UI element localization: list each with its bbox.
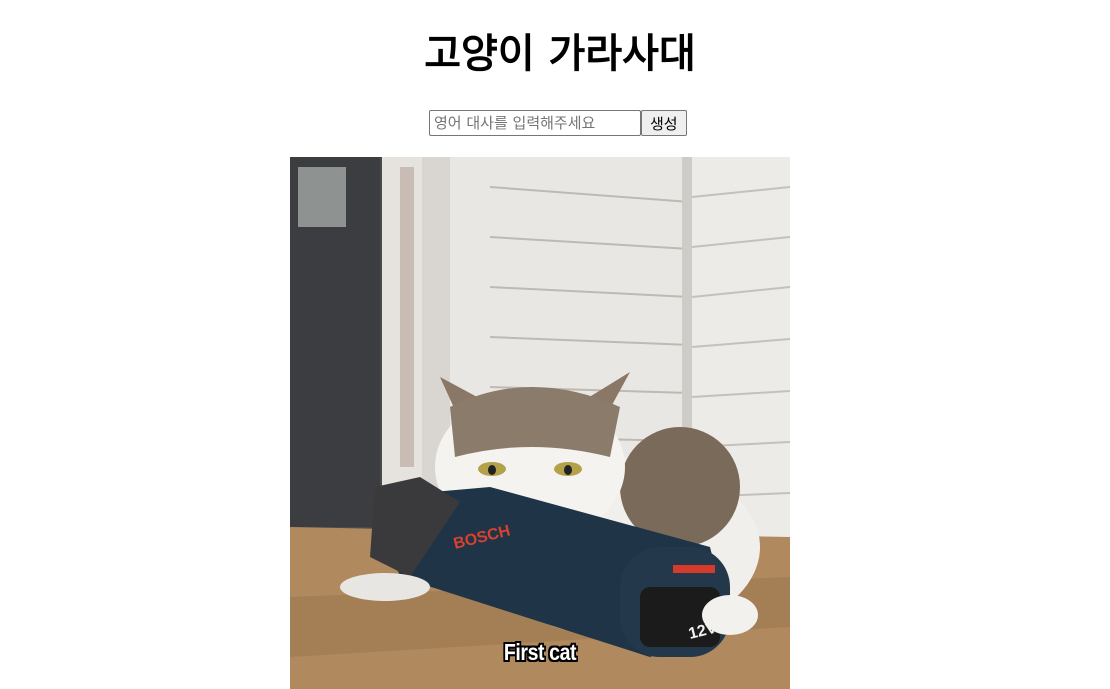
- page-title: 고양이 가라사대: [424, 31, 696, 77]
- page: 고양이 가라사대 생성: [0, 0, 1110, 689]
- meme-caption: First cat: [503, 639, 577, 665]
- cat-meme-image: BOSCH 12V First cat: [290, 157, 790, 689]
- cat-photo: BOSCH 12V: [290, 157, 790, 689]
- caption-input[interactable]: [429, 110, 641, 136]
- generate-button[interactable]: 생성: [641, 110, 687, 136]
- caption-form: 생성: [429, 110, 687, 136]
